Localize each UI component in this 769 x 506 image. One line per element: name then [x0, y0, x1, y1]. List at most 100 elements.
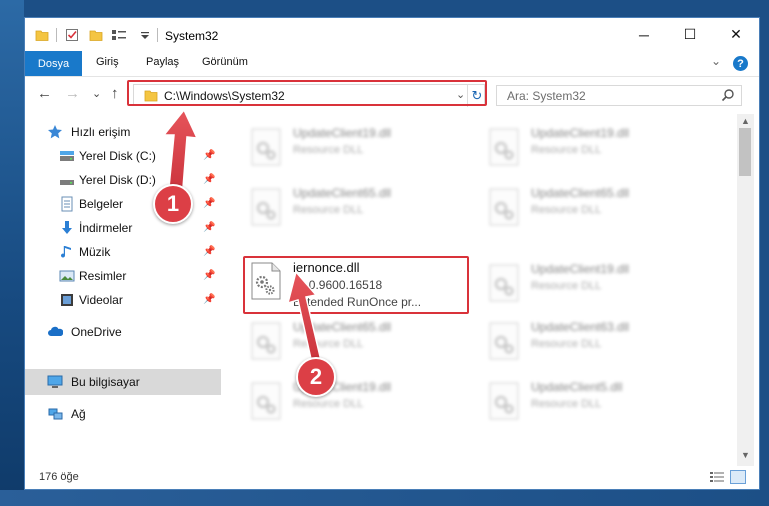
file-name: UpdateClient19.dll	[531, 126, 630, 140]
properties-icon[interactable]	[65, 28, 79, 42]
status-bar: 176 öğe	[25, 466, 759, 489]
sidebar-item-label: Belgeler	[79, 197, 124, 211]
music-icon	[61, 246, 71, 258]
dll-file-icon	[489, 264, 519, 302]
scroll-up-icon[interactable]: ▲	[741, 116, 750, 126]
file-description: Resource DLL	[531, 144, 602, 156]
sidebar-item-label: Resimler	[79, 269, 127, 283]
desktop-background	[0, 0, 24, 506]
file-name: UpdateClient65.dll	[293, 320, 392, 334]
file-item[interactable]: UpdateClient65.dll Resource DLL	[245, 180, 475, 236]
sidebar-item-downloads[interactable]: İndirmeler 📌	[25, 216, 219, 240]
file-name: UpdateClient63.dll	[531, 320, 630, 334]
recent-locations-icon[interactable]: ⌄	[92, 87, 101, 100]
desktop-background-bottom	[0, 490, 769, 506]
sidebar-item-quick-access[interactable]: Hızlı erişim	[25, 120, 219, 144]
dll-file-icon	[489, 188, 519, 226]
file-name: UpdateClient5.dll	[531, 380, 623, 394]
file-name: UpdateClient19.dll	[293, 126, 392, 140]
back-icon[interactable]: ←	[37, 85, 52, 102]
quick-access-dropdown-icon[interactable]	[140, 32, 150, 40]
new-folder-icon[interactable]	[89, 28, 103, 42]
file-item[interactable]: UpdateClient5.dll Resource DLL	[483, 374, 713, 430]
file-item[interactable]: UpdateClient19.dll Resource DLL	[483, 256, 713, 312]
file-item[interactable]: UpdateClient19.dll Resource DLL	[483, 120, 713, 176]
dll-file-icon	[489, 322, 519, 360]
maximize-button[interactable]: ☐	[667, 18, 713, 51]
sidebar-item-onedrive[interactable]: OneDrive	[25, 320, 219, 344]
scrollbar-thumb[interactable]	[739, 128, 751, 176]
file-item[interactable]: UpdateClient63.dll Resource DLL	[483, 314, 713, 370]
file-description: Resource DLL	[293, 338, 364, 350]
dll-file-icon	[489, 382, 519, 420]
file-description: Resource DLL	[531, 280, 602, 292]
file-description: Resource DLL	[293, 398, 364, 410]
maximize-icon: ☐	[683, 26, 697, 42]
star-icon	[48, 125, 62, 139]
sidebar-item-label: İndirmeler	[79, 221, 133, 235]
search-icon[interactable]	[721, 88, 735, 102]
sidebar-item-local-disk-d[interactable]: Yerel Disk (D:) 📌	[25, 168, 219, 192]
expand-ribbon-icon[interactable]: ⌄	[711, 54, 721, 68]
tab-file[interactable]: Dosya	[25, 51, 82, 76]
drive-icon	[60, 151, 74, 161]
customize-toolbar-icon[interactable]	[111, 28, 127, 42]
file-item[interactable]: UpdateClient19.dll Resource DLL	[245, 120, 475, 176]
close-button[interactable]: ✕	[713, 18, 759, 51]
sidebar-item-local-disk-c[interactable]: Yerel Disk (C:) 📌	[25, 144, 219, 168]
file-name: UpdateClient19.dll	[531, 262, 630, 276]
file-item[interactable]: UpdateClient65.dll Resource DLL	[245, 314, 475, 370]
sidebar-item-label: Ağ	[71, 407, 86, 421]
cloud-icon	[48, 326, 63, 336]
callout-1: 1	[153, 184, 193, 224]
pin-icon[interactable]: 📌	[203, 246, 215, 257]
separator	[56, 28, 57, 42]
tab-home[interactable]: Giriş	[96, 56, 119, 68]
tab-share[interactable]: Paylaş	[146, 56, 179, 68]
file-description: Resource DLL	[293, 144, 364, 156]
file-item[interactable]: UpdateClient65.dll Resource DLL	[483, 180, 713, 236]
details-view-icon[interactable]	[709, 470, 725, 484]
scroll-down-icon[interactable]: ▼	[741, 450, 750, 460]
tab-view[interactable]: Görünüm	[202, 56, 248, 68]
vertical-scrollbar[interactable]: ▲ ▼	[737, 114, 754, 466]
address-highlight-box	[127, 80, 487, 106]
pin-icon[interactable]: 📌	[203, 222, 215, 233]
sidebar-item-label: Bu bilgisayar	[71, 375, 140, 389]
sidebar-item-network[interactable]: Ağ	[25, 402, 219, 426]
sidebar-item-videos[interactable]: Videolar 📌	[25, 288, 219, 312]
pin-icon[interactable]: 📌	[203, 174, 215, 185]
file-item[interactable]: UpdateClient19.dll Resource DLL	[245, 374, 475, 430]
pin-icon[interactable]: 📌	[203, 270, 215, 281]
documents-icon	[61, 196, 73, 212]
pin-icon[interactable]: 📌	[203, 294, 215, 305]
file-name: UpdateClient65.dll	[293, 186, 392, 200]
help-icon[interactable]: ?	[733, 56, 748, 71]
minimize-button[interactable]: ─	[621, 18, 667, 51]
window-title: System32	[165, 29, 219, 43]
up-icon[interactable]: ↑	[111, 85, 119, 102]
close-icon: ✕	[730, 26, 742, 42]
forward-icon[interactable]: →	[65, 85, 80, 102]
pin-icon[interactable]: 📌	[203, 150, 215, 161]
address-row: ← → ⌄ ↑ C:\Windows\System32 ⌄ ↻ Ara: Sys…	[25, 77, 759, 113]
sidebar-item-label: Yerel Disk (D:)	[79, 173, 156, 187]
pin-icon[interactable]: 📌	[203, 198, 215, 209]
videos-icon	[61, 294, 73, 306]
separator	[157, 28, 158, 42]
sidebar-item-label: Yerel Disk (C:)	[79, 149, 156, 163]
tiles-view-icon[interactable]	[730, 470, 746, 484]
network-icon	[48, 408, 63, 420]
sidebar-item-pictures[interactable]: Resimler 📌	[25, 264, 219, 288]
dll-file-icon	[251, 128, 281, 166]
sidebar-item-this-pc[interactable]: Bu bilgisayar	[25, 369, 221, 395]
minimize-icon: ─	[639, 26, 649, 43]
file-list: UpdateClient19.dll Resource DLL UpdateCl…	[221, 114, 737, 466]
folder-icon[interactable]	[35, 28, 49, 42]
sidebar-item-label: Hızlı erişim	[71, 125, 131, 139]
sidebar-item-music[interactable]: Müzik 📌	[25, 240, 219, 264]
search-input[interactable]: Ara: System32	[496, 85, 742, 106]
sidebar-item-label: OneDrive	[71, 325, 122, 339]
navigation-pane: Hızlı erişim Yerel Disk (C:) 📌 Yerel Dis…	[25, 114, 221, 466]
dll-file-icon	[251, 382, 281, 420]
